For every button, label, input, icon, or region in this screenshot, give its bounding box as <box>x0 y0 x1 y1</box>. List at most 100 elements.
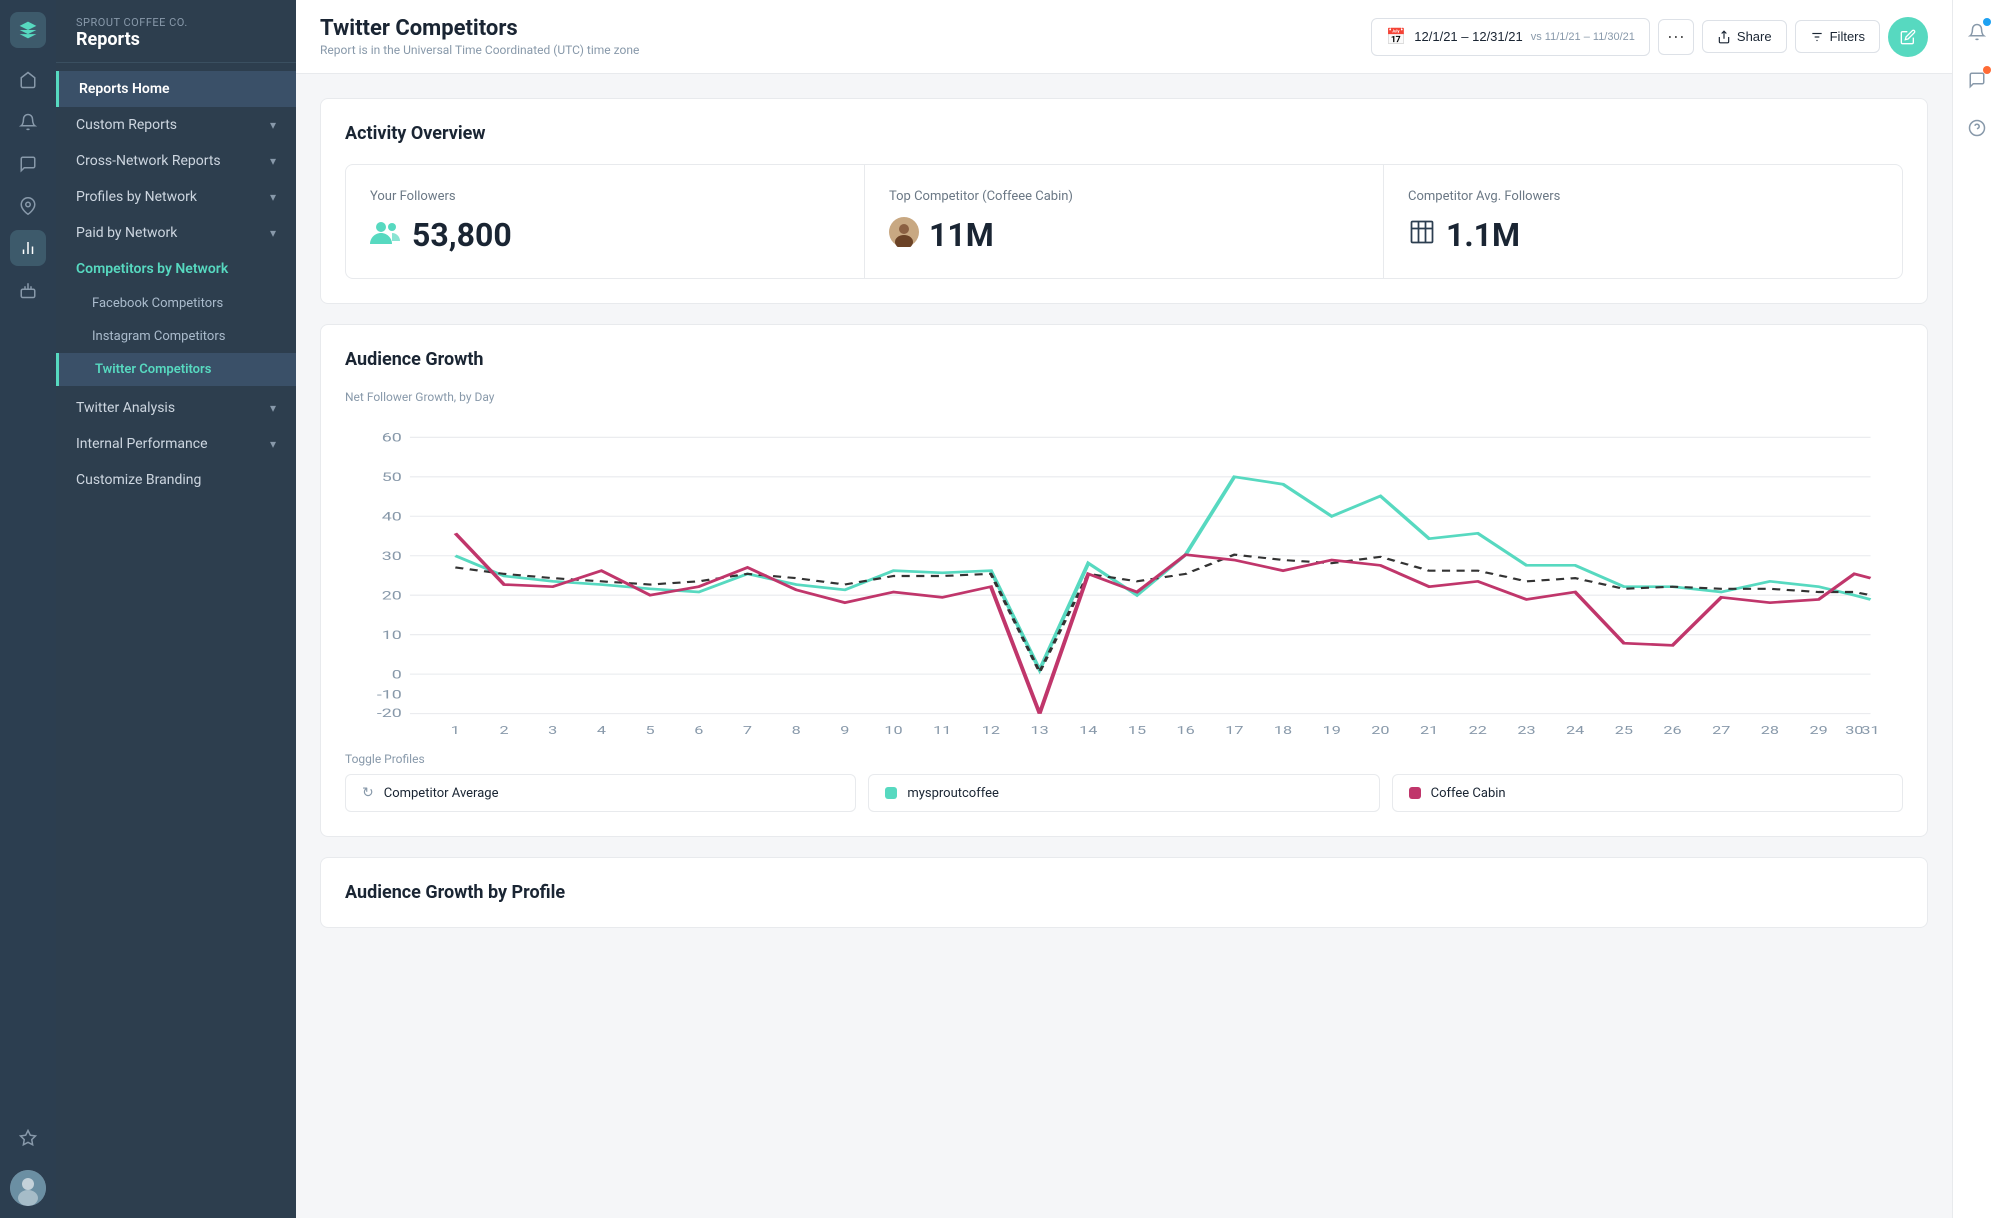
right-rail <box>1952 0 2000 1218</box>
filters-button[interactable]: Filters <box>1795 20 1880 53</box>
profiles-by-network-label: Profiles by Network <box>76 189 197 205</box>
svg-text:0: 0 <box>392 668 402 682</box>
legend-mysproutcoffee-label: mysproutcoffee <box>907 786 999 801</box>
legend-competitor-avg[interactable]: ↻ Competitor Average <box>345 774 856 812</box>
sidebar-item-reports-home[interactable]: Reports Home <box>56 71 296 107</box>
chevron-down-icon: ▾ <box>270 437 276 451</box>
chevron-down-icon: ▾ <box>270 154 276 168</box>
twitter-analysis-label: Twitter Analysis <box>76 400 175 416</box>
competitor-avatar-icon <box>889 217 919 254</box>
audience-growth-chart: 60 50 40 30 20 10 0 -10 -20 1 2 3 4 5 6 <box>345 416 1903 736</box>
svg-text:28: 28 <box>1761 725 1779 736</box>
svg-text:60: 60 <box>382 431 402 445</box>
sidebar-item-profiles-by-network[interactable]: Profiles by Network ▾ <box>56 179 296 215</box>
svg-text:21: 21 <box>1420 725 1438 736</box>
page-subtitle: Report is in the Universal Time Coordina… <box>320 43 639 57</box>
svg-text:16: 16 <box>1177 725 1196 736</box>
svg-text:12: 12 <box>982 725 1001 736</box>
sidebar-item-cross-network[interactable]: Cross-Network Reports ▾ <box>56 143 296 179</box>
audience-growth-title: Audience Growth <box>345 349 1903 370</box>
chart-label: Net Follower Growth, by Day <box>345 390 1903 404</box>
page-title: Twitter Competitors <box>320 16 639 41</box>
date-range-value: 12/1/21 – 12/31/21 <box>1414 29 1522 44</box>
activity-overview-card: Activity Overview Your Followers 53,800 … <box>320 98 1928 304</box>
svg-text:2: 2 <box>499 725 508 736</box>
legend-red-dot <box>1409 787 1421 799</box>
instagram-competitors-label: Instagram Competitors <box>92 329 225 344</box>
metric-your-followers: Your Followers 53,800 <box>346 165 865 278</box>
svg-text:10: 10 <box>884 725 902 736</box>
sidebar-nav: Reports Home Custom Reports ▾ Cross-Netw… <box>56 63 296 506</box>
svg-text:11: 11 <box>933 725 951 736</box>
building-icon <box>1408 218 1436 253</box>
svg-text:15: 15 <box>1128 725 1147 736</box>
chevron-down-icon: ▾ <box>270 401 276 415</box>
svg-text:1: 1 <box>451 725 460 736</box>
right-rail-chat[interactable] <box>1961 64 1993 96</box>
right-rail-notifications[interactable] <box>1961 16 1993 48</box>
svg-text:31: 31 <box>1861 725 1879 736</box>
sidebar-item-paid-by-network[interactable]: Paid by Network ▾ <box>56 215 296 251</box>
svg-text:13: 13 <box>1030 725 1048 736</box>
svg-text:29: 29 <box>1809 725 1827 736</box>
line-chart-container: 60 50 40 30 20 10 0 -10 -20 1 2 3 4 5 6 <box>345 416 1903 736</box>
sidebar-item-facebook-competitors[interactable]: Facebook Competitors <box>56 287 296 320</box>
svg-text:20: 20 <box>1371 725 1389 736</box>
reports-home-label: Reports Home <box>79 81 170 97</box>
legend-mysproutcoffee[interactable]: mysproutcoffee <box>868 774 1379 812</box>
nav-icon-analytics[interactable] <box>10 230 46 266</box>
svg-text:-20: -20 <box>377 706 402 720</box>
svg-text:25: 25 <box>1615 725 1634 736</box>
svg-text:-10: -10 <box>377 688 402 702</box>
facebook-competitors-label: Facebook Competitors <box>92 296 223 311</box>
nav-icon-star[interactable] <box>10 1120 46 1156</box>
sidebar-header: Sprout Coffee Co. Reports <box>56 0 296 63</box>
main-content: Twitter Competitors Report is in the Uni… <box>296 0 1952 1218</box>
more-options-button[interactable]: ··· <box>1658 19 1694 55</box>
user-avatar[interactable] <box>10 1170 46 1206</box>
sidebar-item-internal-performance[interactable]: Internal Performance ▾ <box>56 426 296 462</box>
logo-icon[interactable] <box>10 12 46 48</box>
sidebar-item-custom-reports[interactable]: Custom Reports ▾ <box>56 107 296 143</box>
svg-text:6: 6 <box>694 725 703 736</box>
svg-text:14: 14 <box>1079 725 1098 736</box>
nav-icon-pin[interactable] <box>10 188 46 224</box>
audience-growth-by-profile-title: Audience Growth by Profile <box>345 882 1903 903</box>
share-button[interactable]: Share <box>1702 20 1787 53</box>
sidebar-item-customize-branding[interactable]: Customize Branding <box>56 462 296 498</box>
nav-icon-feed[interactable] <box>10 62 46 98</box>
filters-label: Filters <box>1830 29 1865 44</box>
edit-icon <box>1900 29 1916 45</box>
chevron-down-icon: ▾ <box>270 226 276 240</box>
paid-by-network-label: Paid by Network <box>76 225 177 241</box>
svg-text:24: 24 <box>1566 725 1585 736</box>
date-range-button[interactable]: 📅 12/1/21 – 12/31/21 vs 11/1/21 – 11/30/… <box>1371 18 1650 56</box>
nav-icon-robot[interactable] <box>10 272 46 308</box>
nav-icon-notifications[interactable] <box>10 104 46 140</box>
right-rail-help[interactable] <box>1961 112 1993 144</box>
avg-followers-value: 1.1M <box>1408 216 1878 254</box>
competitors-submenu: Facebook Competitors Instagram Competito… <box>56 287 296 386</box>
edit-button[interactable] <box>1888 17 1928 57</box>
avg-followers-label: Competitor Avg. Followers <box>1408 189 1878 204</box>
svg-text:17: 17 <box>1225 725 1244 736</box>
svg-text:23: 23 <box>1517 725 1535 736</box>
nav-icon-messages[interactable] <box>10 146 46 182</box>
svg-text:22: 22 <box>1469 725 1488 736</box>
sidebar-item-competitors-by-network[interactable]: Competitors by Network <box>56 251 296 287</box>
sidebar-item-instagram-competitors[interactable]: Instagram Competitors <box>56 320 296 353</box>
legend-row: ↻ Competitor Average mysproutcoffee Coff… <box>345 774 1903 812</box>
followers-icon <box>370 218 402 253</box>
svg-text:27: 27 <box>1712 725 1731 736</box>
svg-text:5: 5 <box>646 725 655 736</box>
activity-overview-title: Activity Overview <box>345 123 1903 144</box>
ellipsis-icon: ··· <box>1667 26 1685 47</box>
svg-text:19: 19 <box>1323 725 1341 736</box>
sidebar-item-twitter-analysis[interactable]: Twitter Analysis ▾ <box>56 390 296 426</box>
legend-coffee-cabin[interactable]: Coffee Cabin <box>1392 774 1903 812</box>
red-line <box>455 533 1870 713</box>
svg-text:7: 7 <box>743 725 752 736</box>
internal-performance-label: Internal Performance <box>76 436 208 452</box>
sidebar-item-twitter-competitors[interactable]: Twitter Competitors <box>56 353 296 386</box>
your-followers-value: 53,800 <box>370 216 840 254</box>
